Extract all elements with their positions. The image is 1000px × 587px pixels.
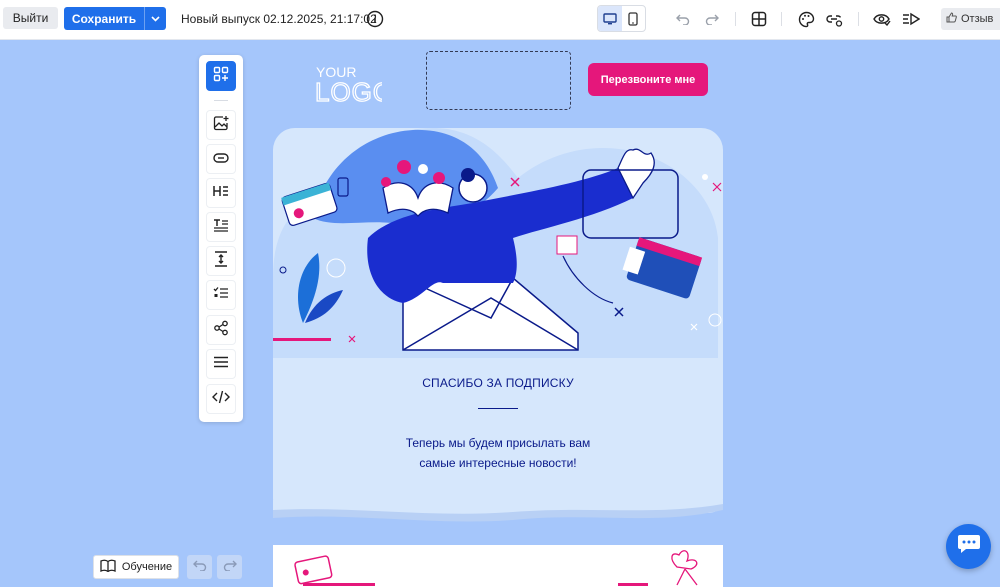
exit-button[interactable]: Выйти: [3, 7, 58, 29]
grid-icon[interactable]: [749, 9, 769, 29]
link-settings-icon[interactable]: [825, 9, 845, 29]
info-icon[interactable]: [366, 10, 384, 28]
thumbs-up-icon: [946, 12, 957, 26]
callback-button[interactable]: Перезвоните мне: [588, 63, 708, 96]
logo-line2: LOGO: [316, 77, 382, 103]
mobile-icon[interactable]: [622, 6, 646, 31]
undo-icon[interactable]: [673, 9, 693, 29]
support-chat-button[interactable]: [946, 524, 991, 569]
toolbar-divider: [781, 12, 782, 26]
spacer-block-button[interactable]: [206, 246, 236, 276]
device-switch: [597, 5, 646, 32]
redo-icon: [223, 558, 237, 576]
text-block-button[interactable]: [206, 212, 236, 242]
checklist-icon: [213, 286, 229, 305]
thanks-text: Теперь мы будем присылать вам самые инте…: [273, 433, 723, 473]
tutorial-button[interactable]: Обучение: [93, 555, 179, 579]
thanks-text-line2: самые интересные новости!: [419, 456, 577, 470]
palette-icon[interactable]: [796, 9, 816, 29]
code-icon: [212, 390, 230, 409]
add-block-icon: [213, 66, 229, 87]
issue-title: Новый выпуск 02.12.2025, 21:17:02: [181, 12, 377, 26]
canvas-undo-button[interactable]: [187, 555, 212, 579]
toolbar-divider: [858, 12, 859, 26]
title-divider: [478, 408, 518, 409]
undo-icon: [192, 558, 207, 576]
subscription-illustration: [273, 128, 722, 358]
send-test-icon[interactable]: [901, 9, 921, 29]
heading-block-button[interactable]: [206, 178, 236, 208]
blocks-panel: [199, 55, 243, 422]
redo-icon[interactable]: [702, 9, 722, 29]
menu-lines-icon: [213, 355, 229, 373]
next-email-block[interactable]: [273, 545, 723, 587]
email-logo[interactable]: YOUR LOGO: [314, 63, 393, 108]
next-block-illustration: [294, 550, 698, 586]
toolbar-divider: [735, 12, 736, 26]
divider-block-button[interactable]: [206, 349, 236, 379]
thanks-title: СПАСИБО ЗА ПОДПИСКУ: [422, 376, 574, 390]
book-icon: [100, 559, 116, 575]
tutorial-label: Обучение: [121, 561, 173, 573]
add-block-button[interactable]: [206, 61, 236, 91]
text-icon: [213, 218, 229, 237]
spacer-icon: [214, 250, 228, 272]
desktop-icon[interactable]: [598, 6, 622, 31]
chat-icon: [957, 533, 981, 560]
empty-block-placeholder[interactable]: [426, 51, 571, 110]
chevron-down-icon[interactable]: [144, 7, 166, 30]
card-bottom-wave: [273, 500, 723, 522]
blocks-divider: [214, 100, 228, 101]
feedback-label: Отзыв: [961, 13, 994, 25]
save-button-label: Сохранить: [71, 11, 137, 26]
image-add-icon: [213, 115, 229, 136]
feedback-button[interactable]: Отзыв: [941, 8, 1000, 30]
share-icon: [213, 320, 229, 341]
button-block-button[interactable]: [206, 144, 236, 174]
social-block-button[interactable]: [206, 315, 236, 345]
canvas-redo-button[interactable]: [217, 555, 242, 579]
image-block-button[interactable]: [206, 110, 236, 140]
thanks-text-line1: Теперь мы будем присылать вам: [405, 436, 591, 450]
heading-icon: [213, 184, 229, 203]
list-block-button[interactable]: [206, 280, 236, 310]
preview-icon[interactable]: [872, 9, 892, 29]
html-block-button[interactable]: [206, 384, 236, 414]
button-block-icon: [213, 150, 229, 168]
top-toolbar: Выйти Сохранить Новый выпуск 02.12.2025,…: [0, 0, 1000, 40]
save-button[interactable]: Сохранить: [64, 7, 166, 30]
